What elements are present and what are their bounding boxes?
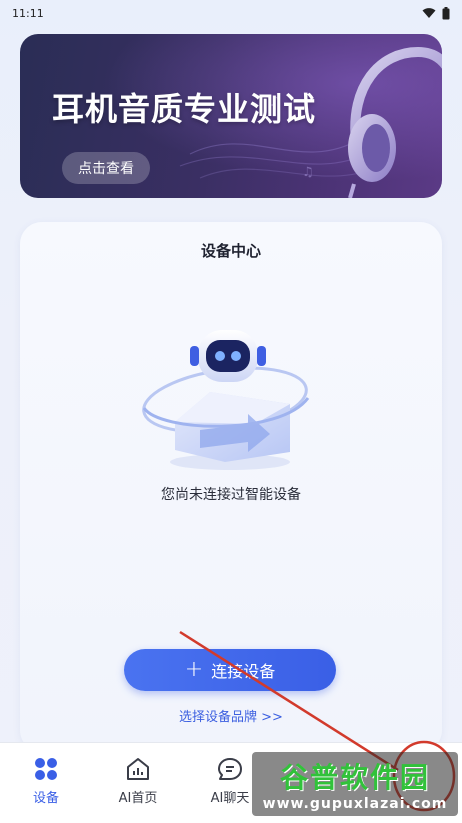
- tab-ai-home[interactable]: AI首页: [92, 743, 184, 823]
- banner-view-button[interactable]: 点击查看: [62, 152, 150, 184]
- device-grid-icon: [35, 758, 57, 780]
- tab-ai-chat-label: AI聊天: [210, 791, 250, 806]
- connect-device-button[interactable]: + 连接设备: [124, 649, 336, 691]
- card-title: 设备中心: [200, 242, 261, 260]
- watermark-brand: 谷普软件园: [279, 761, 430, 794]
- headphone-test-banner[interactable]: ♪ ♫ 耳机音质专业测试 点击查看: [20, 34, 442, 198]
- tab-devices-label: 设备: [32, 791, 59, 806]
- select-brand-link[interactable]: 选择设备品牌 >>: [20, 706, 442, 725]
- home-chart-icon: [127, 758, 149, 780]
- plus-icon: +: [184, 657, 204, 682]
- watermark: 谷普软件园 www.gupuxlazai.com: [252, 752, 458, 816]
- battery-icon: [442, 6, 450, 19]
- connect-device-label: 连接设备: [211, 662, 276, 681]
- tab-ai-home-label: AI首页: [118, 791, 158, 806]
- status-time: 11:11: [12, 6, 44, 20]
- chat-icon: [218, 758, 242, 780]
- empty-state-message: 您尚未连接过智能设备: [161, 487, 301, 503]
- svg-text:♫: ♫: [302, 165, 314, 180]
- robot-empty-state-illustration: [142, 330, 310, 470]
- tab-devices[interactable]: 设备: [0, 743, 92, 823]
- status-bar: 11:11: [0, 0, 462, 26]
- wifi-icon: [422, 8, 436, 18]
- status-icons: [422, 6, 450, 20]
- banner-title: 耳机音质专业测试: [52, 90, 317, 128]
- device-center-card: 设备中心 您尚未连接过智能设备 + 连接设备 选择设备品牌 >>: [20, 222, 442, 752]
- watermark-url: www.gupuxlazai.com: [262, 796, 448, 812]
